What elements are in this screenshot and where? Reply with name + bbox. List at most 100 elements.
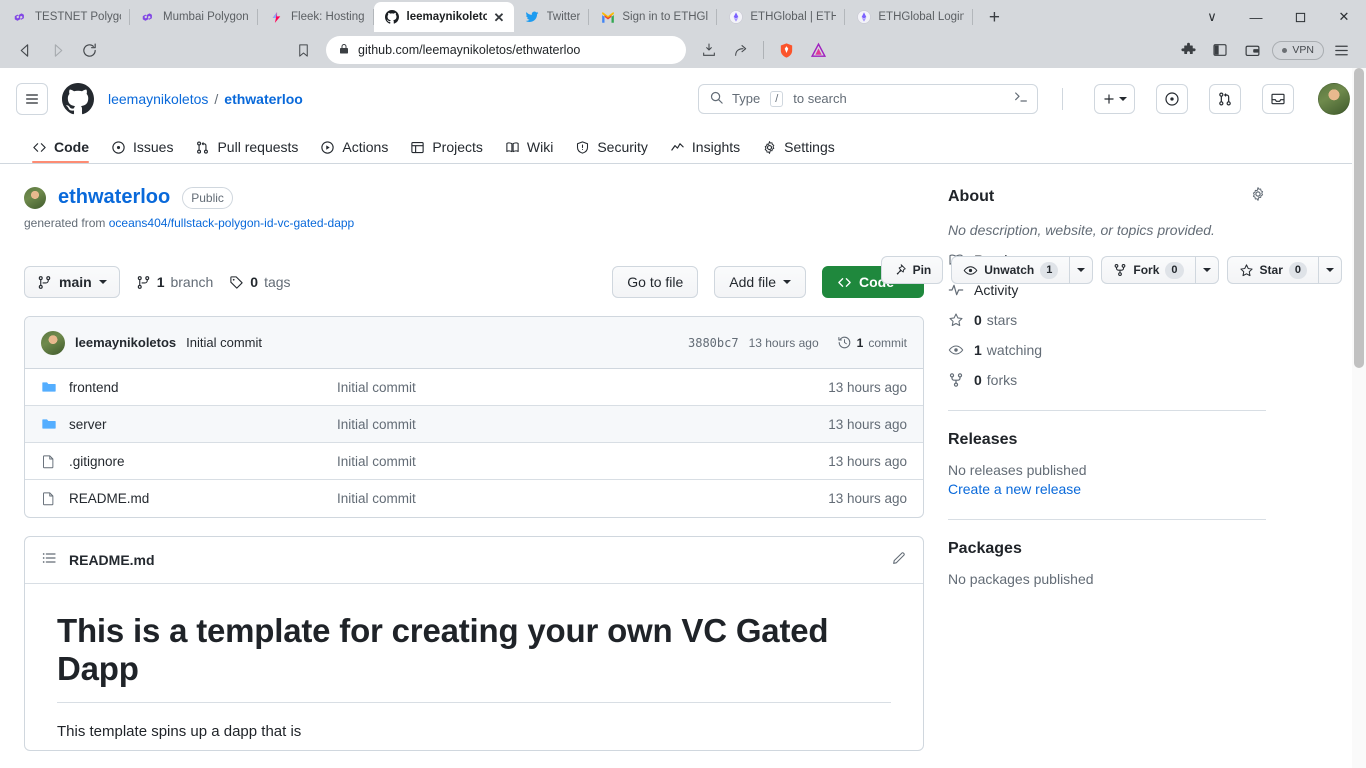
vpn-status-dot [1282,47,1288,53]
file-name[interactable]: server [69,417,337,432]
branch-selector[interactable]: main [24,266,120,298]
branch-count[interactable]: 1 branch [136,274,213,290]
browser-tab-0[interactable]: TESTNET Polygon [2,2,130,32]
bookmark-icon[interactable] [288,36,318,64]
command-palette-icon[interactable] [1013,89,1029,108]
tab-pull-requests[interactable]: Pull requests [187,139,306,163]
breadcrumb-owner[interactable]: leemaynikoletos [108,91,208,107]
watching-count: 1 [974,342,982,358]
notifications-button[interactable] [1262,83,1294,114]
tab-wiki[interactable]: Wiki [497,139,561,163]
table-row[interactable]: .gitignore Initial commit 13 hours ago [25,443,923,480]
tag-count[interactable]: 0 tags [229,274,291,290]
wallet-icon[interactable] [1237,36,1267,64]
table-row[interactable]: README.md Initial commit 13 hours ago [25,480,923,517]
address-bar[interactable]: github.com/leemaynikoletos/ethwaterloo [326,36,687,64]
template-source-link[interactable]: oceans404/fullstack-polygon-id-vc-gated-… [109,216,354,230]
share-icon[interactable] [726,36,756,64]
file-commit-message[interactable]: Initial commit [337,491,828,506]
tab-security[interactable]: Security [567,139,656,163]
browser-tab-4[interactable]: Twitter [514,2,590,32]
hamburger-menu-icon[interactable] [16,82,48,115]
tab-code[interactable]: Code [24,139,97,163]
create-release-link[interactable]: Create a new release [948,481,1266,497]
sidebar-item-stars[interactable]: 0 stars [948,312,1266,328]
browser-tab-2[interactable]: Fleek: Hosting [258,2,374,32]
scrollbar-thumb[interactable] [1354,68,1364,368]
browser-tab-7[interactable]: ETHGlobal Login [845,2,974,32]
tab-actions[interactable]: Actions [312,139,396,163]
file-name[interactable]: frontend [69,380,337,395]
table-row[interactable]: frontend Initial commit 13 hours ago [25,369,923,406]
close-icon[interactable]: ✕ [494,11,505,24]
search-suffix: to search [793,91,847,106]
commit-message[interactable]: Initial commit [186,335,262,350]
watch-dropdown-button[interactable] [1069,256,1094,284]
file-name[interactable]: README.md [69,491,337,506]
sidebar-item-watching[interactable]: 1 watching [948,342,1266,358]
minimize-button[interactable]: — [1234,2,1278,32]
sidebar-item-activity[interactable]: Activity [948,282,1266,298]
fork-button[interactable]: Fork 0 [1101,256,1195,284]
close-button[interactable]: ✕ [1322,2,1366,32]
file-commit-message[interactable]: Initial commit [337,417,828,432]
about-title: About [948,187,995,205]
create-new-button[interactable] [1094,83,1135,114]
list-unordered-icon[interactable] [41,550,57,571]
back-icon[interactable] [10,36,40,64]
star-button[interactable]: Star 0 [1226,256,1318,284]
go-to-file-button[interactable]: Go to file [612,266,699,298]
gear-icon[interactable] [1250,186,1266,207]
tab-projects[interactable]: Projects [402,139,491,163]
sidebar-icon[interactable] [1205,36,1235,64]
lock-icon [338,43,350,58]
unwatch-button[interactable]: Unwatch 1 [951,256,1070,284]
eye-icon [963,265,978,275]
browser-tab-6[interactable]: ETHGlobal | ETHG [717,2,846,32]
page-scrollbar[interactable] [1352,68,1366,768]
reload-icon[interactable] [74,36,104,64]
brave-rewards-icon[interactable] [803,36,833,64]
star-dropdown-button[interactable] [1318,256,1342,284]
commit-sha[interactable]: 3880bc7 [688,336,739,350]
file-commit-message[interactable]: Initial commit [337,454,828,469]
maximize-button[interactable] [1278,2,1322,32]
chevron-down-icon [1077,268,1086,272]
brave-shields-icon[interactable] [771,36,801,64]
download-icon[interactable] [694,36,724,64]
tab-settings[interactable]: Settings [754,139,843,163]
file-commit-message[interactable]: Initial commit [337,380,828,395]
owner-avatar[interactable] [24,186,46,209]
search-input[interactable]: Type / to search [698,83,1038,114]
sidebar-item-forks[interactable]: 0 forks [948,372,1266,388]
page-title[interactable]: ethwaterloo [58,186,170,209]
avatar[interactable] [41,330,65,355]
browser-tab-5[interactable]: Sign in to ETHGlob [589,2,718,32]
add-file-button[interactable]: Add file [714,266,806,298]
tab-search-icon[interactable]: ∨ [1190,2,1234,32]
file-time: 13 hours ago [828,491,907,506]
table-row[interactable]: server Initial commit 13 hours ago [25,406,923,443]
user-avatar[interactable] [1318,82,1350,115]
extensions-icon[interactable] [1173,36,1203,64]
tab-insights[interactable]: Insights [662,139,748,163]
tab-issues[interactable]: Issues [103,139,181,163]
sidebar-divider [948,410,1266,411]
menu-icon[interactable] [1326,36,1356,64]
unwatch-label: Unwatch [984,263,1035,277]
browser-tab-1[interactable]: Mumbai PolygonS [130,2,258,32]
browser-tab-3[interactable]: leemaynikoleto ✕ [373,2,514,32]
pin-button[interactable]: Pin [880,256,944,284]
github-logo-icon[interactable] [62,82,94,115]
sidebar-item-label: forks [986,372,1018,388]
pull-requests-button[interactable] [1209,83,1241,114]
pencil-icon[interactable] [891,550,907,571]
issues-button[interactable] [1156,83,1188,114]
commit-count[interactable]: 1 commit [837,335,907,350]
commit-author[interactable]: leemaynikoletos [75,335,176,350]
vpn-button[interactable]: VPN [1272,40,1324,60]
fork-dropdown-button[interactable] [1194,256,1219,284]
file-name[interactable]: .gitignore [69,454,337,469]
new-tab-button[interactable]: + [979,4,1009,32]
breadcrumb-repo[interactable]: ethwaterloo [224,91,303,107]
